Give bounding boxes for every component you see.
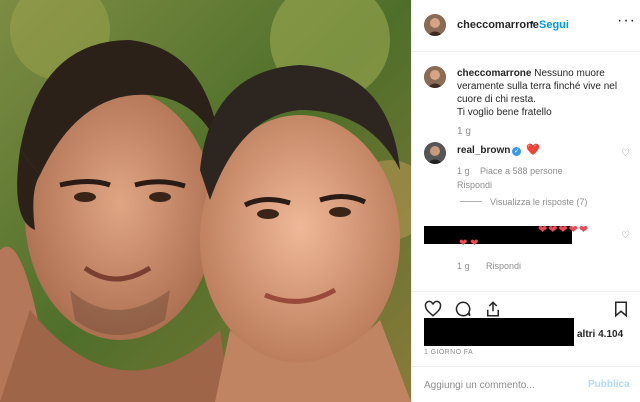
caption-time: 1 g: [457, 126, 471, 137]
comment-avatar[interactable]: [424, 142, 446, 164]
caption-text-line2: Ti voglio bene fratello: [457, 107, 552, 118]
comment-time: 1 g: [457, 166, 470, 176]
reply-button-2[interactable]: Rispondi: [486, 261, 521, 271]
separator-dot: •: [530, 17, 534, 29]
view-replies-button[interactable]: Visualizza le risposte (7): [460, 197, 587, 207]
ellipsis-icon[interactable]: ···: [617, 12, 636, 30]
post-time-ago: 1 GIORNO FA: [424, 349, 474, 356]
likes-count[interactable]: altri 4.104: [577, 329, 623, 340]
post-photo[interactable]: [0, 0, 411, 402]
comment-meta: 1 g Piace a 588 persone: [457, 166, 571, 176]
comment-like-heart-icon-2[interactable]: ♡: [621, 230, 630, 241]
reply-button[interactable]: Rispondi: [457, 180, 492, 190]
author-username[interactable]: checcomarrone: [457, 19, 539, 31]
caption-username[interactable]: checcomarrone: [457, 68, 531, 79]
redacted-likers-block: [424, 318, 574, 346]
share-icon[interactable]: [484, 300, 502, 318]
replies-divider: [460, 201, 482, 202]
bookmark-icon[interactable]: [612, 300, 630, 318]
author-avatar[interactable]: [424, 14, 446, 36]
comment-meta-2: 1 g Rispondi: [457, 261, 535, 271]
post-header: checcomarrone • Segui ···: [412, 0, 640, 52]
post-sidebar: checcomarrone • Segui ··· checcomarrone …: [411, 0, 640, 402]
like-heart-icon[interactable]: [424, 300, 442, 318]
comment-hearts-bottom: ❤ ❤: [459, 238, 479, 249]
comment-username[interactable]: real_brown: [457, 145, 510, 156]
caption-author-avatar[interactable]: [424, 66, 446, 88]
comment-real-brown: real_brown ✓ ❤️: [457, 143, 540, 156]
comment-input[interactable]: [424, 376, 574, 394]
comment-text: ❤️: [526, 144, 540, 156]
view-replies-label: Visualizza le risposte (7): [490, 197, 588, 207]
comment-like-heart-icon[interactable]: ♡: [621, 148, 630, 159]
comment-time-2: 1 g: [457, 261, 470, 271]
comment-hearts: ❤❤❤❤❤: [538, 224, 590, 236]
comment-likes[interactable]: Piace a 588 persone: [480, 166, 563, 176]
publish-button[interactable]: Pubblica: [588, 379, 630, 390]
post-caption: checcomarrone Nessuno muore veramente su…: [457, 67, 633, 119]
action-bar: [412, 291, 640, 318]
follow-button[interactable]: Segui: [539, 19, 569, 31]
verified-badge-icon: ✓: [512, 147, 522, 156]
comment-composer: Pubblica: [412, 366, 640, 402]
comment-bubble-icon[interactable]: [454, 300, 472, 318]
